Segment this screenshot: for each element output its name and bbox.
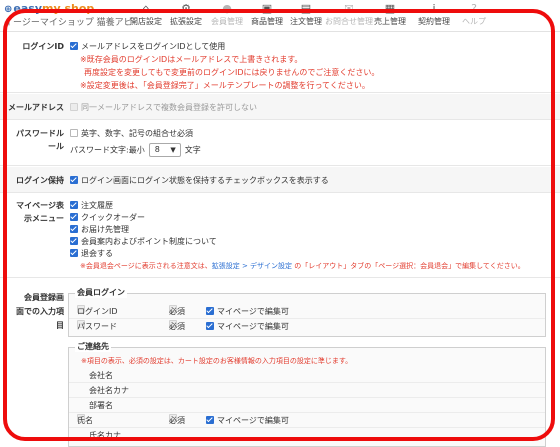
checkbox-checked-icon[interactable] (70, 213, 78, 221)
mypage-withdraw-note: ※会員退会ページに表示される注意文は、拡張設定 > デザイン設定 の「レイアウト… (80, 262, 525, 270)
mypage-menu-label-line1: マイページ表 (16, 201, 64, 210)
checkbox-checked-icon[interactable] (70, 42, 78, 50)
globe-icon: ⊕ (4, 4, 13, 15)
calculator-icon: ▦ (384, 2, 396, 15)
login-id-label: ログインID (22, 42, 64, 51)
login-id-email-option[interactable]: メールアドレスをログインIDとして使用 (70, 40, 225, 53)
password-minlength-row: パスワード文字:最小 8 ▼ 文字 (70, 143, 201, 157)
mypage-item-withdraw[interactable]: 退会する (70, 247, 113, 260)
help-icon: ? (471, 2, 477, 15)
info-icon: i (432, 2, 436, 15)
nav-item-product-management[interactable]: ▣ 商品管理 (245, 2, 289, 30)
mypage-menu-label-line2: 示メニュー (24, 214, 64, 223)
password-minlength-select[interactable]: 8 ▼ (148, 143, 181, 157)
login-id-section: ログインID メールアドレスをログインIDとして使用 ※既存会員のログインIDは… (0, 33, 560, 93)
field-row-department: 部署名 (69, 399, 545, 413)
field-row-company: 会社名 (69, 369, 545, 383)
nav-item-extended-settings[interactable]: ⚙ 拡張設定 (164, 2, 208, 30)
contact-note: ※項目の表示、必須の設定は、カート設定のお客様情報の入力項目の設定に準じます。 (81, 357, 353, 365)
contact-legend: ご連絡先 (75, 342, 111, 352)
home-icon: ⌂ (142, 2, 150, 15)
checkbox-checked-icon[interactable] (70, 176, 78, 184)
checkbox-checked-icon[interactable] (70, 201, 78, 209)
checkbox-checked-icon[interactable] (206, 416, 214, 424)
nav-item-contract-management[interactable]: i 契約管理 (412, 2, 456, 30)
register-fields-label-line1: 会員登録画 (24, 293, 64, 302)
register-fields-label-line2: 面での入力項 (16, 307, 64, 316)
checkbox-checked-icon[interactable] (206, 307, 214, 315)
keep-login-option[interactable]: ログイン画面にログイン状態を保持するチェックボックスを表示する (70, 174, 329, 187)
user-icon: ● (222, 2, 232, 15)
register-fields-label-line3: 目 (56, 321, 64, 330)
nav-item-store-settings[interactable]: ⌂ 開店設定 (124, 2, 168, 30)
password-rule-section: パスワードル ール 英字、数字、記号の組合せ必須 パスワード文字:最小 8 ▼ 文字 (0, 121, 560, 166)
nav-item-order-management[interactable]: ▤ 注文管理 (284, 2, 328, 30)
field-row-company-kana: 会社名カナ (69, 384, 545, 398)
keep-login-section: ログイン保持 ログイン画面にログイン状態を保持するチェックボックスを表示する (0, 167, 560, 193)
login-id-note-1: ※既存会員のログインIDはメールアドレスで上書きされます。 (80, 55, 303, 64)
checkbox-disabled-icon[interactable] (70, 103, 78, 111)
member-login-legend: 会員ログイン (75, 288, 127, 298)
contact-fieldset: ご連絡先 ※項目の表示、必須の設定は、カート設定のお客様情報の入力項目の設定に準… (68, 342, 546, 447)
mail-address-label: メールアドレス (8, 103, 64, 112)
top-navigation-bar: ⊕easymy shop イージーマイショップ 猫養アビ ⌂ 開店設定 ⚙ 拡張設定… (0, 0, 560, 32)
member-login-fieldset: 会員ログイン ログインID 必須 マイページで編集可 パスワード 必須 マイペー… (68, 288, 546, 337)
field-row-login-id: ログインID 必須 マイページで編集可 (69, 305, 545, 319)
gift-icon: ▣ (261, 2, 273, 15)
field-row-name-kana: 氏名カナ (89, 431, 121, 440)
shop-subtitle: イージーマイショップ 猫養アビ (4, 18, 133, 28)
nav-item-sales-management[interactable]: ▦ 売上管理 (368, 2, 412, 30)
field-row-name: 氏名 必須 マイページで編集可 (69, 414, 545, 428)
design-settings-link[interactable]: 拡張設定 > デザイン設定 (212, 262, 292, 270)
checkbox-unchecked-icon[interactable] (70, 129, 78, 137)
mail-address-section: メールアドレス 同一メールアドレスで複数会員登録を許可しない (0, 94, 560, 120)
register-fields-section: 会員登録画 面での入力項 目 会員ログイン ログインID 必須 マイページで編集… (0, 279, 560, 447)
checkbox-checked-icon[interactable] (70, 225, 78, 233)
password-rule-label-line2: ール (48, 142, 64, 151)
login-id-note-3: ※設定変更後は、「会員登録完了」メールテンプレートの調整を行ってください。 (80, 81, 370, 90)
checkbox-checked-icon[interactable] (70, 237, 78, 245)
field-row-password: パスワード 必須 マイページで編集可 (77, 320, 289, 331)
password-rule-label-line1: パスワードル (16, 129, 64, 138)
nav-item-help[interactable]: ? ヘルプ (452, 2, 496, 30)
document-icon: ▤ (300, 2, 312, 15)
checkbox-checked-icon[interactable] (206, 322, 214, 330)
nav-item-member-management[interactable]: ● 会員管理 (205, 2, 249, 30)
password-complexity-option[interactable]: 英字、数字、記号の組合せ必須 (70, 127, 193, 140)
mypage-menu-section: マイページ表 示メニュー 注文履歴 クイックオーダー お届け先管理 会員案内およ… (0, 194, 560, 278)
gear-icon: ⚙ (181, 2, 191, 15)
chevron-down-icon: ▼ (170, 146, 176, 154)
mail-icon: ✉ (344, 2, 354, 15)
login-id-note-2: 再度設定を変更してもで変更前のログインIDには戻りませんのでご注意ください。 (84, 68, 380, 77)
checkbox-checked-icon[interactable] (70, 249, 78, 257)
easymyshop-logo[interactable]: ⊕easymy shop (4, 2, 104, 16)
nav-item-inquiry-management[interactable]: ✉ お問合せ管理 (325, 2, 373, 30)
keep-login-label: ログイン保持 (16, 176, 64, 185)
mail-unique-option[interactable]: 同一メールアドレスで複数会員登録を許可しない (70, 101, 257, 114)
